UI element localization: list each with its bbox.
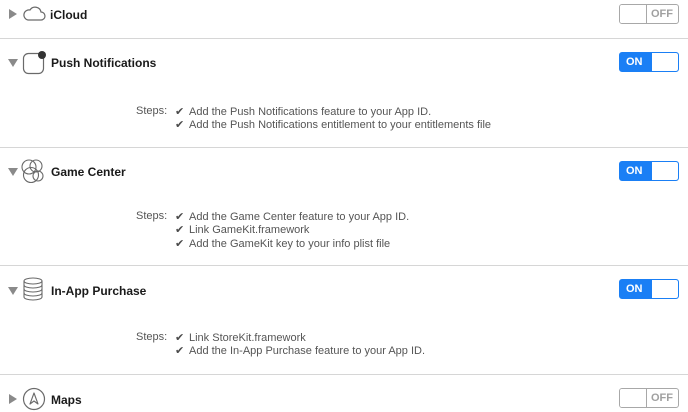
toggle-knob [651,280,678,298]
checkmark-icon: ✔ [175,238,185,250]
step-item: ✔ Add the Push Notifications entitlement … [175,118,491,132]
toggle-knob [651,162,678,180]
checkmark-icon: ✔ [175,211,185,223]
steps-label: Steps: [136,331,168,343]
capability-title: iCloud [50,8,88,22]
step-item: ✔ Add the In-App Purchase feature to your… [175,344,425,358]
step-item: ✔ Add the Game Center feature to your App… [175,210,409,224]
game-center-icon [21,159,44,184]
toggle-label: ON [626,56,643,68]
checkmark-icon: ✔ [175,119,185,131]
disclosure-triangle-expanded-icon[interactable] [8,59,18,67]
toggle-label: OFF [651,8,673,20]
row-divider [0,374,688,375]
row-divider [0,38,688,39]
step-item: ✔ Add the GameKit key to your info plist … [175,237,390,251]
step-item: ✔ Link GameKit.framework [175,223,309,237]
step-text: Add the Game Center feature to your App … [189,211,410,223]
step-text: Link StoreKit.framework [189,332,306,344]
toggle-label: ON [626,165,643,177]
toggle-knob [651,53,678,71]
disclosure-triangle-expanded-icon[interactable] [8,287,18,295]
steps-label: Steps: [136,105,168,117]
row-divider [0,147,688,148]
checkmark-icon: ✔ [175,332,185,344]
step-text: Link GameKit.framework [189,224,310,236]
icloud-toggle[interactable]: OFF [619,4,679,24]
in-app-purchase-toggle[interactable]: ON [619,279,679,299]
in-app-purchase-icon [23,277,43,301]
game-center-toggle[interactable]: ON [619,161,679,181]
disclosure-triangle-expanded-icon[interactable] [8,168,18,176]
steps-label: Steps: [136,210,168,222]
step-text: Add the Push Notifications entitlement t… [189,119,492,131]
step-text: Add the GameKit key to your info plist f… [189,238,391,250]
step-item: ✔ Link StoreKit.framework [175,331,306,345]
step-text: Add the In-App Purchase feature to your … [189,345,426,357]
maps-icon [22,387,46,411]
push-notifications-icon [22,51,46,75]
push-notifications-toggle[interactable]: ON [619,52,679,72]
disclosure-triangle-collapsed-icon[interactable] [9,394,17,404]
checkmark-icon: ✔ [175,106,185,118]
toggle-label: OFF [651,392,673,404]
step-text: Add the Push Notifications feature to yo… [189,106,432,118]
checkmark-icon: ✔ [175,224,185,236]
cloud-icon [23,6,46,21]
toggle-label: ON [626,283,643,295]
maps-toggle[interactable]: OFF [619,388,679,408]
toggle-knob [620,389,647,407]
capability-title: Maps [51,393,82,407]
disclosure-triangle-collapsed-icon[interactable] [9,9,17,19]
capability-title: In-App Purchase [51,284,147,298]
step-item: ✔ Add the Push Notifications feature to y… [175,105,431,119]
capability-title: Game Center [51,165,126,179]
capability-title: Push Notifications [51,56,157,70]
checkmark-icon: ✔ [175,345,185,357]
row-divider [0,265,688,266]
toggle-knob [620,5,647,23]
